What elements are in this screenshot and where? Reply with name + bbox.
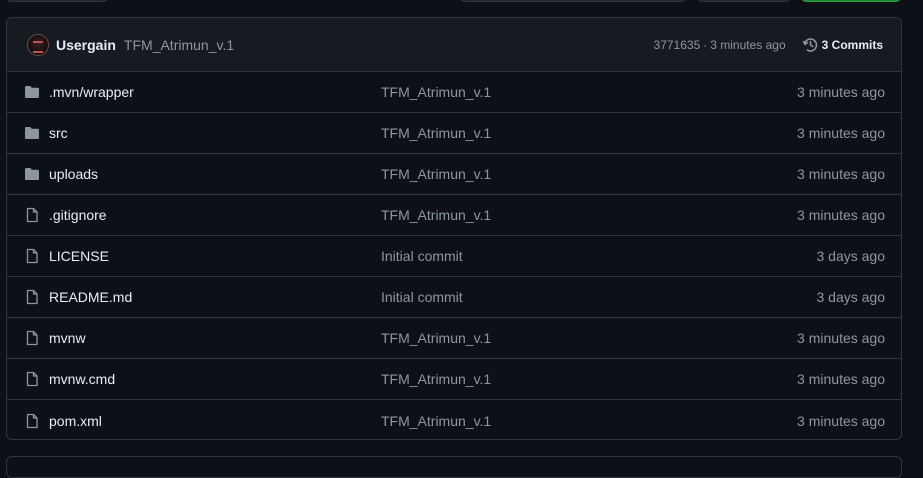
file-row[interactable]: README.md Initial commit 3 days ago: [7, 277, 901, 318]
file-icon: [24, 330, 40, 346]
file-icon: [24, 207, 40, 223]
folder-icon: [24, 84, 40, 100]
file-row[interactable]: src TFM_Atrimun_v.1 3 minutes ago: [7, 113, 901, 154]
readme-panel-partial: [6, 456, 902, 478]
commit-message[interactable]: TFM_Atrimun_v.1: [124, 37, 234, 53]
file-commit-message[interactable]: Initial commit: [381, 289, 817, 305]
file-commit-message[interactable]: TFM_Atrimun_v.1: [381, 84, 797, 100]
code-button-partial[interactable]: [801, 0, 901, 2]
meta-separator: ·: [703, 37, 708, 52]
file-icon: [24, 371, 40, 387]
file-icon: [24, 413, 40, 429]
file-icon: [24, 248, 40, 264]
file-commit-age: 3 days ago: [816, 248, 886, 264]
folder-icon: [24, 125, 40, 141]
file-name[interactable]: .mvn/wrapper: [49, 84, 381, 100]
history-icon: [802, 37, 817, 52]
toolbar-button-partial[interactable]: [6, 0, 108, 2]
file-row[interactable]: mvnw TFM_Atrimun_v.1 3 minutes ago: [7, 318, 901, 359]
file-list: .mvn/wrapper TFM_Atrimun_v.1 3 minutes ago…: [7, 72, 901, 439]
file-commit-message[interactable]: TFM_Atrimun_v.1: [381, 371, 797, 387]
commits-link[interactable]: 3 Commits: [802, 37, 883, 53]
commit-meta: 3771635 · 3 minutes ago: [654, 38, 786, 52]
file-commit-age: 3 minutes ago: [797, 412, 885, 429]
file-commit-message[interactable]: TFM_Atrimun_v.1: [381, 330, 797, 346]
file-commit-message[interactable]: Initial commit: [381, 248, 817, 264]
commit-hash[interactable]: 3771635: [654, 38, 701, 52]
commit-author[interactable]: Usergain: [56, 37, 116, 53]
file-browser: Usergain TFM_Atrimun_v.1 3771635 · 3 minut…: [6, 17, 902, 440]
file-commit-message[interactable]: TFM_Atrimun_v.1: [381, 207, 797, 223]
toolbar-button-partial[interactable]: [697, 0, 791, 2]
file-commit-message[interactable]: TFM_Atrimun_v.1: [381, 413, 797, 429]
file-row[interactable]: LICENSE Initial commit 3 days ago: [7, 236, 901, 277]
latest-commit-bar: Usergain TFM_Atrimun_v.1 3771635 · 3 minut…: [7, 18, 901, 72]
file-name[interactable]: LICENSE: [49, 248, 381, 264]
file-commit-age: 3 minutes ago: [797, 166, 885, 182]
file-row[interactable]: uploads TFM_Atrimun_v.1 3 minutes ago: [7, 154, 901, 195]
file-row[interactable]: mvnw.cmd TFM_Atrimun_v.1 3 minutes ago: [7, 359, 901, 400]
file-commit-age: 3 minutes ago: [797, 207, 885, 223]
file-name[interactable]: mvnw: [49, 330, 381, 346]
file-icon: [24, 289, 40, 305]
folder-icon: [24, 166, 40, 182]
file-commit-age: 3 days ago: [816, 289, 886, 305]
file-commit-message[interactable]: TFM_Atrimun_v.1: [381, 125, 797, 141]
file-commit-age: 3 minutes ago: [797, 330, 885, 346]
file-commit-age: 3 minutes ago: [797, 125, 885, 141]
commits-label: 3 Commits: [821, 37, 883, 52]
toolbar-button-partial[interactable]: [460, 0, 686, 2]
file-name[interactable]: README.md: [49, 289, 381, 305]
file-commit-age: 3 minutes ago: [797, 84, 885, 100]
file-name[interactable]: pom.xml: [49, 413, 381, 429]
file-commit-message[interactable]: TFM_Atrimun_v.1: [381, 166, 797, 182]
file-name[interactable]: .gitignore: [49, 207, 381, 223]
file-row[interactable]: .mvn/wrapper TFM_Atrimun_v.1 3 minutes ago: [7, 72, 901, 113]
file-name[interactable]: uploads: [49, 166, 381, 182]
file-name[interactable]: mvnw.cmd: [49, 371, 381, 387]
file-commit-age: 3 minutes ago: [797, 371, 885, 387]
file-row[interactable]: pom.xml TFM_Atrimun_v.1 3 minutes ago: [7, 400, 901, 439]
avatar[interactable]: [27, 33, 49, 56]
commit-time: 3 minutes ago: [710, 37, 786, 52]
file-name[interactable]: src: [49, 125, 381, 141]
file-row[interactable]: .gitignore TFM_Atrimun_v.1 3 minutes ago: [7, 195, 901, 236]
